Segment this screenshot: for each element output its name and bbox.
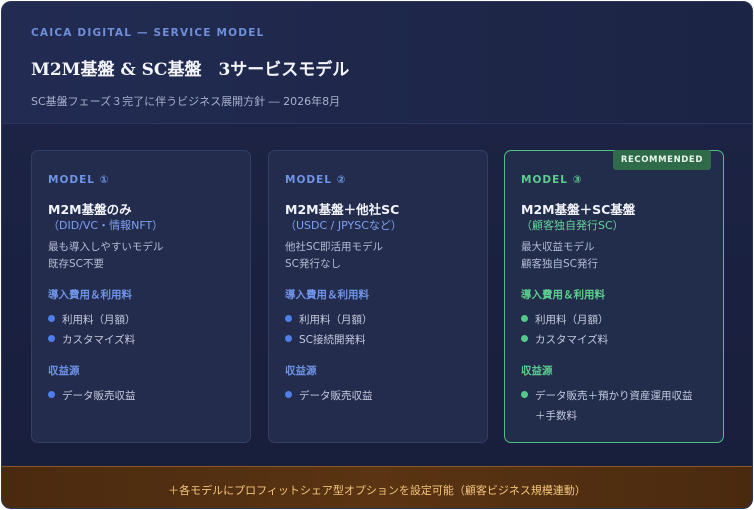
model-description: 既存SC不要 (48, 258, 104, 270)
footer-note: ＋各モデルにプロフィットシェア型オプションを設定可能（顧客ビジネス規模連動） (168, 484, 586, 497)
fee-item: 利用料（月額） (285, 312, 373, 327)
model-name: M2M基盤＋SC基盤 (521, 202, 636, 217)
model-name: M2M基盤のみ (48, 202, 132, 217)
bullet-dot (285, 315, 292, 322)
recommended-badge: RECOMMENDED (612, 150, 711, 170)
model-name: M2M基盤＋他社SC (285, 202, 400, 217)
model-description: 顧客独自SC発行 (521, 258, 598, 270)
bullet-dot (521, 335, 528, 342)
revenue-item: データ販売収益 (285, 388, 373, 403)
revenue-item: データ販売収益 (48, 388, 136, 403)
bullet-dot (48, 335, 55, 342)
fee-item: SC接続開発料 (285, 332, 366, 347)
bullet-dot (285, 391, 292, 398)
fee-item: カスタマイズ料 (521, 332, 608, 347)
model-card-2: MODEL ② M2M基盤＋他社SC （USDC / JPYSCなど） 他社SC… (268, 150, 488, 443)
fee-item-label: カスタマイズ料 (535, 334, 609, 346)
revenue-item-continuation: ＋手数料 (535, 410, 577, 422)
revenue-section-title: 収益源 (521, 365, 553, 377)
fee-item: 利用料（月額） (521, 312, 609, 327)
model-label: MODEL ① (48, 174, 110, 186)
fee-item: 利用料（月額） (48, 312, 136, 327)
model-description: 他社SC即活用モデル (285, 241, 383, 253)
revenue-section-title: 収益源 (48, 365, 80, 377)
eyebrow-label: CAICA DIGITAL — SERVICE MODEL (31, 27, 265, 39)
service-model-panel: CAICA DIGITAL — SERVICE MODEL M2M基盤 & SC… (1, 1, 753, 509)
fee-item-label: カスタマイズ料 (62, 334, 136, 346)
header: CAICA DIGITAL — SERVICE MODEL M2M基盤 & SC… (2, 2, 752, 124)
fee-item-label: 利用料（月額） (299, 314, 373, 326)
model-subtitle: （DID/VC・情報NFT） (48, 219, 164, 232)
model-subtitle: （顧客独自発行SC） (521, 219, 624, 232)
model-description: 最も導入しやすいモデル (48, 241, 164, 253)
model-description: SC発行なし (285, 258, 341, 270)
fee-section-title: 導入費用＆利用料 (285, 289, 369, 301)
model-card-1: MODEL ① M2M基盤のみ （DID/VC・情報NFT） 最も導入しやすいモ… (31, 150, 251, 443)
page-title: M2M基盤 & SC基盤 3サービスモデル (31, 60, 350, 80)
fee-item: カスタマイズ料 (48, 332, 135, 347)
model-label: MODEL ② (285, 174, 347, 186)
model-label: MODEL ③ (521, 174, 583, 186)
model-description: 最大収益モデル (521, 241, 595, 253)
bullet-dot (48, 315, 55, 322)
bullet-dot (285, 335, 292, 342)
fee-item-label: SC接続開発料 (299, 334, 366, 346)
page-subtitle: SC基盤フェーズ３完了に伴うビジネス展開方針 ― 2026年8月 (31, 95, 341, 108)
bullet-dot (48, 391, 55, 398)
revenue-item-label: データ販売＋預かり資産運用収益 (535, 390, 693, 402)
revenue-item-label: データ販売収益 (62, 390, 136, 402)
fee-item-label: 利用料（月額） (62, 314, 136, 326)
fee-section-title: 導入費用＆利用料 (48, 289, 132, 301)
revenue-section-title: 収益源 (285, 365, 317, 377)
bullet-dot (521, 391, 528, 398)
model-subtitle: （USDC / JPYSCなど） (285, 219, 402, 232)
bullet-dot (521, 315, 528, 322)
revenue-item: データ販売＋預かり資産運用収益 (521, 388, 693, 403)
revenue-item-label: データ販売収益 (299, 390, 373, 402)
fee-section-title: 導入費用＆利用料 (521, 289, 605, 301)
fee-item-label: 利用料（月額） (535, 314, 609, 326)
footer-banner: ＋各モデルにプロフィットシェア型オプションを設定可能（顧客ビジネス規模連動） (2, 466, 752, 508)
model-card-3: RECOMMENDED MODEL ③ M2M基盤＋SC基盤 （顧客独自発行SC… (504, 150, 724, 443)
